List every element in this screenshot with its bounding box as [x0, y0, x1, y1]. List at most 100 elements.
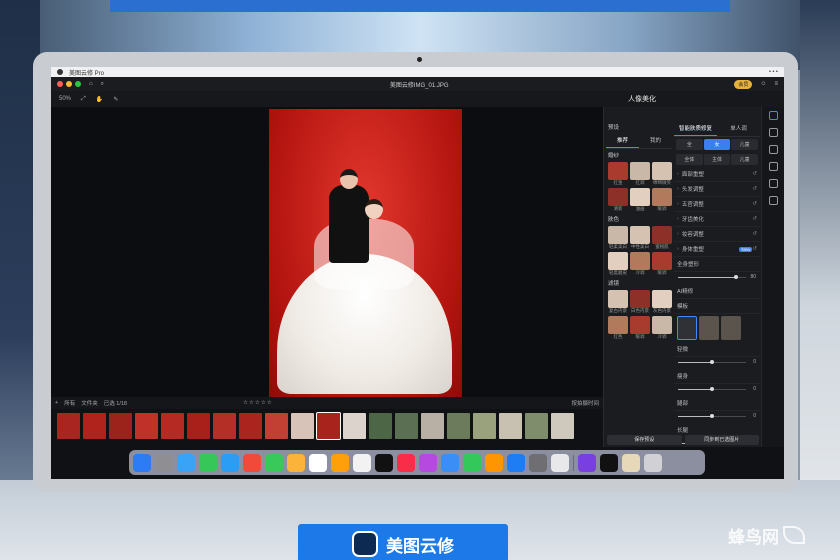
dock-app-icon[interactable] — [309, 453, 327, 472]
preset-item[interactable]: 暖调 — [630, 316, 650, 340]
preset-thumbnail[interactable] — [608, 226, 628, 244]
menu-icon[interactable]: ≡ — [774, 81, 778, 87]
slider-knob[interactable] — [710, 414, 714, 418]
segment-female[interactable]: 女 — [703, 139, 731, 150]
preset-thumbnail[interactable] — [652, 162, 672, 180]
film-thumbnail[interactable] — [213, 413, 236, 439]
preset-item[interactable]: 暖调 — [652, 188, 672, 212]
camera-tool-icon[interactable] — [768, 179, 778, 188]
preset-item[interactable]: 白色内景 — [630, 290, 650, 314]
film-thumbnail[interactable] — [473, 413, 496, 439]
dock-app-icon[interactable] — [578, 453, 596, 472]
film-thumbnail[interactable] — [395, 413, 418, 439]
preset-item[interactable]: 红调 — [630, 162, 650, 186]
preset-thumbnail[interactable] — [630, 226, 650, 244]
preset-item[interactable]: 轻度磨皮 — [608, 252, 628, 276]
dock-app-icon[interactable] — [507, 453, 525, 472]
zoom-level[interactable]: 50% — [59, 96, 71, 102]
tab-single[interactable]: 单人调 — [717, 121, 760, 136]
dock-app-icon[interactable] — [287, 453, 305, 472]
dock-app-icon[interactable] — [177, 453, 195, 472]
dock-app-icon[interactable] — [397, 453, 415, 472]
preset-item[interactable]: 红色 — [608, 316, 628, 340]
adjust-item[interactable]: › 五官调整 ↺ — [674, 197, 760, 212]
preset-item[interactable]: 复古内景 — [608, 290, 628, 314]
film-thumbnail[interactable] — [525, 413, 548, 439]
preset-item[interactable]: 红金 — [608, 162, 628, 186]
tab-mine[interactable]: 我的 — [639, 133, 672, 148]
dock-app-icon[interactable] — [600, 453, 618, 472]
segment-all[interactable]: 全 — [676, 139, 703, 150]
dock-app-icon[interactable] — [353, 453, 371, 472]
film-thumbnail[interactable] — [316, 412, 341, 440]
adjust-slider[interactable]: 0 — [678, 358, 756, 368]
portrait-tool-icon[interactable] — [768, 111, 778, 120]
template-natural[interactable] — [699, 316, 719, 340]
film-thumbnail[interactable] — [109, 413, 132, 439]
tab-recommended[interactable]: 推荐 — [606, 133, 639, 148]
film-thumbnail[interactable] — [499, 413, 522, 439]
dock-app-icon[interactable] — [622, 453, 640, 472]
fit-icon[interactable]: ⤢ — [81, 96, 86, 103]
film-thumbnail[interactable] — [135, 413, 158, 439]
film-thumbnail[interactable] — [83, 413, 106, 439]
film-thumbnail[interactable] — [187, 413, 210, 439]
dock-app-icon[interactable] — [551, 453, 569, 472]
search-icon[interactable]: ⌕ — [101, 81, 104, 88]
dock-app-icon[interactable] — [265, 453, 283, 472]
adjust-item[interactable]: › 牙齿美化 ↺ — [674, 212, 760, 227]
home-icon[interactable]: ⌂ — [89, 81, 93, 87]
preset-thumbnail[interactable] — [630, 290, 650, 308]
sort-dropdown[interactable]: 按拍摄时间 — [571, 399, 599, 407]
reset-icon[interactable]: ↺ — [752, 216, 757, 222]
preset-thumbnail[interactable] — [608, 252, 628, 270]
tab-smart-skin[interactable]: 智能肤质修复 — [674, 121, 717, 136]
preset-item[interactable]: 清新 — [608, 188, 628, 212]
scope-all[interactable]: 全体 — [676, 154, 703, 165]
reset-icon[interactable]: ↺ — [752, 231, 757, 237]
preset-item[interactable]: 蜜桃肌 — [652, 226, 672, 250]
preset-thumbnail[interactable] — [608, 290, 628, 308]
wedding-photo[interactable] — [269, 109, 462, 400]
film-thumbnail[interactable] — [447, 413, 470, 439]
film-thumbnail[interactable] — [421, 413, 444, 439]
dock-app-icon[interactable] — [331, 453, 349, 472]
preset-thumbnail[interactable] — [630, 188, 650, 206]
film-thumbnail[interactable] — [57, 413, 80, 439]
adjust-item[interactable]: › 身体重塑 New ↺ — [674, 242, 760, 257]
dock-app-icon[interactable] — [243, 453, 261, 472]
slider-knob[interactable] — [733, 275, 738, 279]
adjust-item[interactable]: › 头发调整 ↺ — [674, 182, 760, 197]
dock-app-icon[interactable] — [644, 453, 662, 472]
hand-tool-icon[interactable]: ✋ — [96, 96, 103, 103]
dock-app-icon[interactable] — [529, 453, 547, 472]
preset-thumbnail[interactable] — [630, 316, 650, 334]
film-thumbnail[interactable] — [551, 413, 574, 439]
preset-item[interactable]: 冷调 — [652, 316, 672, 340]
crop-tool-icon[interactable] — [768, 128, 778, 137]
history-tool-icon[interactable] — [768, 162, 778, 171]
minimize-window-button[interactable] — [66, 81, 72, 87]
dock-app-icon[interactable] — [419, 453, 437, 472]
ai-tool-icon[interactable] — [768, 196, 778, 205]
reset-icon[interactable]: ↺ — [752, 201, 757, 207]
rating-stars[interactable]: ☆☆☆☆☆ — [243, 400, 273, 406]
preset-group-title[interactable]: 婚纱 — [606, 149, 672, 161]
film-thumbnail[interactable] — [369, 413, 392, 439]
scope-subject[interactable]: 主体 — [703, 154, 731, 165]
film-thumbnail[interactable] — [265, 413, 288, 439]
preset-group-title[interactable]: 肤色 — [606, 213, 672, 225]
dock-app-icon[interactable] — [485, 453, 503, 472]
apple-icon[interactable] — [57, 69, 63, 75]
reset-icon[interactable]: ↺ — [752, 246, 757, 252]
film-thumbnail[interactable] — [161, 413, 184, 439]
preset-thumbnail[interactable] — [652, 226, 672, 244]
filter-all[interactable]: 所有 — [64, 399, 75, 407]
dock-app-icon[interactable] — [375, 453, 393, 472]
preset-thumbnail[interactable] — [652, 316, 672, 334]
preset-thumbnail[interactable] — [652, 188, 672, 206]
zoom-window-button[interactable] — [75, 81, 81, 87]
add-icon[interactable]: + — [55, 400, 58, 406]
film-thumbnail[interactable] — [291, 413, 314, 439]
dock-app-icon[interactable] — [155, 453, 173, 472]
